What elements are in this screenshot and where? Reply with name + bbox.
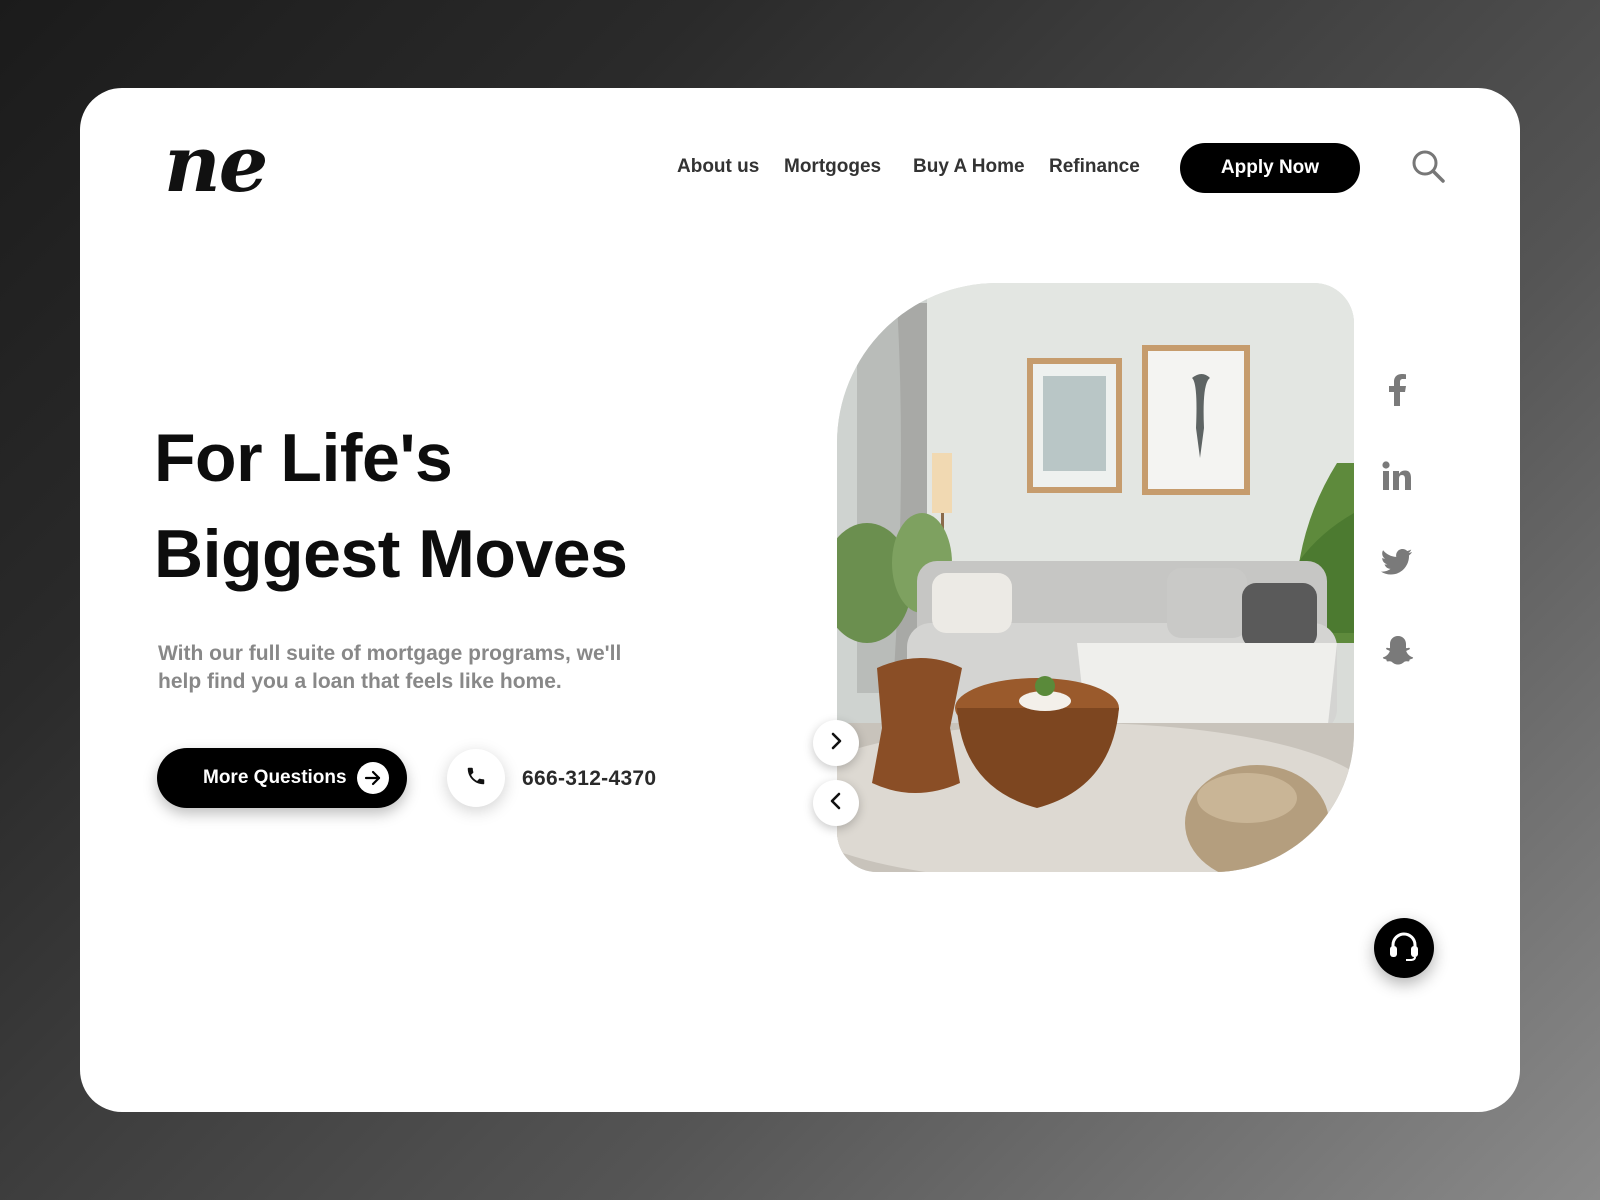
linkedin-icon[interactable] [1379,458,1415,494]
hero-title-line-1: For Life's [154,420,453,496]
facebook-icon[interactable] [1379,372,1415,408]
phone-icon [465,765,487,792]
slider-next-button[interactable] [813,720,859,766]
nav-about-us[interactable]: About us [677,156,759,178]
landing-page: ne About us Mortgoges Buy A Home Refinan… [80,88,1520,1112]
twitter-icon[interactable] [1379,544,1415,580]
arrow-right-icon [357,762,389,794]
hero-image-living-room [837,283,1354,872]
brand-logo[interactable]: ne [164,126,268,204]
nav-buy-a-home[interactable]: Buy A Home [913,156,1025,178]
chevron-right-icon [827,732,845,755]
snapchat-icon[interactable] [1380,632,1416,668]
more-questions-label: More Questions [203,767,347,788]
headset-icon [1387,929,1421,968]
slider-prev-button[interactable] [813,780,859,826]
nav-refinance[interactable]: Refinance [1049,156,1140,178]
support-chat-button[interactable] [1374,918,1434,978]
phone-call-button[interactable] [447,749,505,807]
hero-description: With our full suite of mortgage programs… [158,642,622,693]
more-questions-button[interactable]: More Questions [157,748,407,808]
nav-mortgages[interactable]: Mortgoges [784,156,881,178]
search-icon[interactable] [1410,148,1446,184]
apply-now-button[interactable]: Apply Now [1180,143,1360,193]
phone-number[interactable]: 666-312-4370 [522,767,656,791]
chevron-left-icon [827,792,845,815]
hero-title-line-2: Biggest Moves [154,516,628,592]
hero-title: For Life's Biggest Moves [154,410,774,602]
